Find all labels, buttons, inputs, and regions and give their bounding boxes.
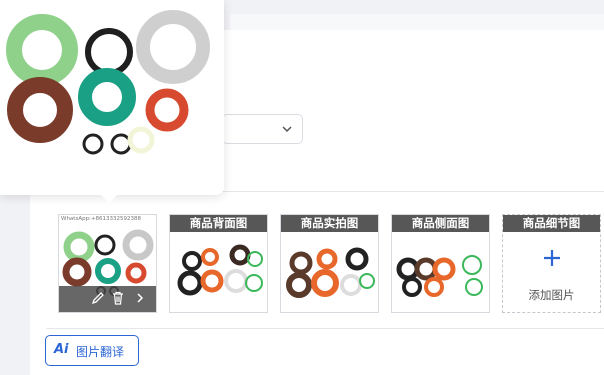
image-tile-real[interactable]: 商品实拍图 [280, 214, 379, 313]
preview-image [6, 10, 210, 155]
image-translate-button[interactable]: Ai 图片翻译 [45, 335, 139, 366]
image-tile-side[interactable]: 商品侧面图 [391, 214, 490, 313]
translate-label: 图片翻译 [76, 345, 125, 359]
main-image-thumb[interactable]: WhatsApp:+8613332592388 [58, 214, 157, 313]
tile-label: 商品背面图 [170, 215, 267, 232]
add-image-tile[interactable]: 商品细节图 添加图片 [502, 214, 601, 313]
add-image-label: 添加图片 [528, 288, 575, 302]
dropdown-select[interactable] [222, 114, 303, 144]
chevron-down-icon [282, 126, 292, 133]
ai-icon: Ai [54, 342, 69, 357]
tile-label: 商品实拍图 [281, 215, 378, 232]
image-actions-overlay [59, 286, 156, 312]
delete-icon[interactable] [111, 291, 125, 305]
watermark-text: WhatsApp:+8613332592388 [61, 216, 142, 222]
tile-label: 商品侧面图 [392, 215, 489, 232]
tile-label: 商品细节图 [503, 215, 600, 232]
image-tile-back[interactable]: 商品背面图 [169, 214, 268, 313]
edit-icon[interactable] [91, 291, 105, 305]
popover-caret [100, 194, 118, 203]
next-icon[interactable] [133, 291, 147, 305]
image-preview-popover [0, 0, 224, 195]
plus-icon [544, 250, 560, 266]
header-strip [230, 14, 604, 31]
